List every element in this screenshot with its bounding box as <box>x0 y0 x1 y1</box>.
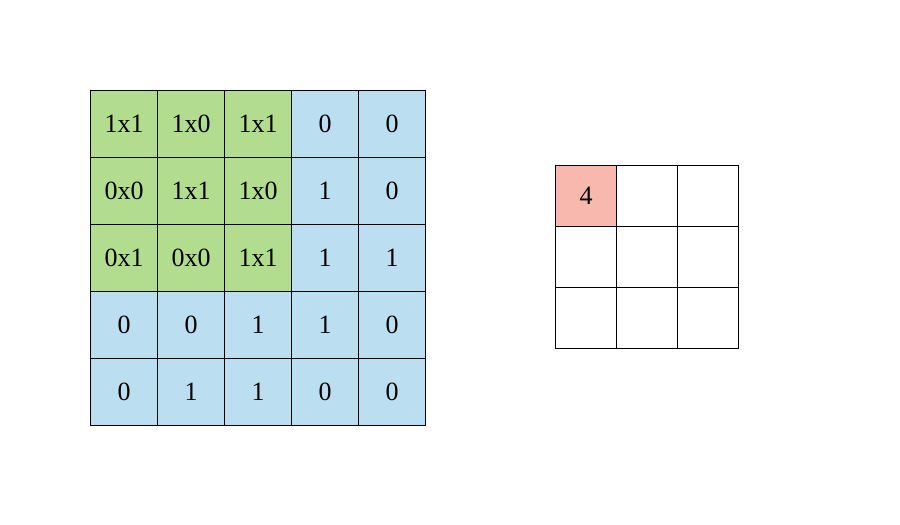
input-matrix: 1x1 1x0 1x1 0 0 0x0 1x1 1x0 1 0 0x1 0x0 … <box>90 90 426 426</box>
input-cell: 1 <box>225 359 292 426</box>
input-cell: 1x0 <box>225 158 292 225</box>
input-cell: 1 <box>292 225 359 292</box>
output-cell <box>556 227 617 288</box>
input-cell: 0 <box>292 91 359 158</box>
output-cell <box>617 166 678 227</box>
input-cell: 0 <box>359 91 426 158</box>
output-cell <box>556 288 617 349</box>
input-cell: 0 <box>158 292 225 359</box>
input-cell: 0 <box>91 359 158 426</box>
output-row <box>556 288 739 349</box>
output-cell <box>678 288 739 349</box>
input-row: 0 1 1 0 0 <box>91 359 426 426</box>
input-cell: 1x1 <box>158 158 225 225</box>
input-row: 0x0 1x1 1x0 1 0 <box>91 158 426 225</box>
output-cell: 4 <box>556 166 617 227</box>
input-cell: 1x0 <box>158 91 225 158</box>
input-row: 0x1 0x0 1x1 1 1 <box>91 225 426 292</box>
input-cell: 1 <box>225 292 292 359</box>
input-cell: 1 <box>292 158 359 225</box>
input-cell: 0 <box>359 158 426 225</box>
output-cell <box>678 227 739 288</box>
input-cell: 0x0 <box>158 225 225 292</box>
input-row: 1x1 1x0 1x1 0 0 <box>91 91 426 158</box>
input-cell: 0 <box>292 359 359 426</box>
input-cell: 0x0 <box>91 158 158 225</box>
output-cell <box>678 166 739 227</box>
input-cell: 1x1 <box>225 91 292 158</box>
input-cell: 1 <box>292 292 359 359</box>
input-cell: 1x1 <box>225 225 292 292</box>
input-cell: 0x1 <box>91 225 158 292</box>
output-cell <box>617 227 678 288</box>
output-matrix: 4 <box>555 165 739 349</box>
input-cell: 1x1 <box>91 91 158 158</box>
output-row <box>556 227 739 288</box>
output-row: 4 <box>556 166 739 227</box>
input-cell: 0 <box>359 359 426 426</box>
input-row: 0 0 1 1 0 <box>91 292 426 359</box>
input-cell: 1 <box>158 359 225 426</box>
input-cell: 1 <box>359 225 426 292</box>
input-cell: 0 <box>91 292 158 359</box>
input-cell: 0 <box>359 292 426 359</box>
output-cell <box>617 288 678 349</box>
